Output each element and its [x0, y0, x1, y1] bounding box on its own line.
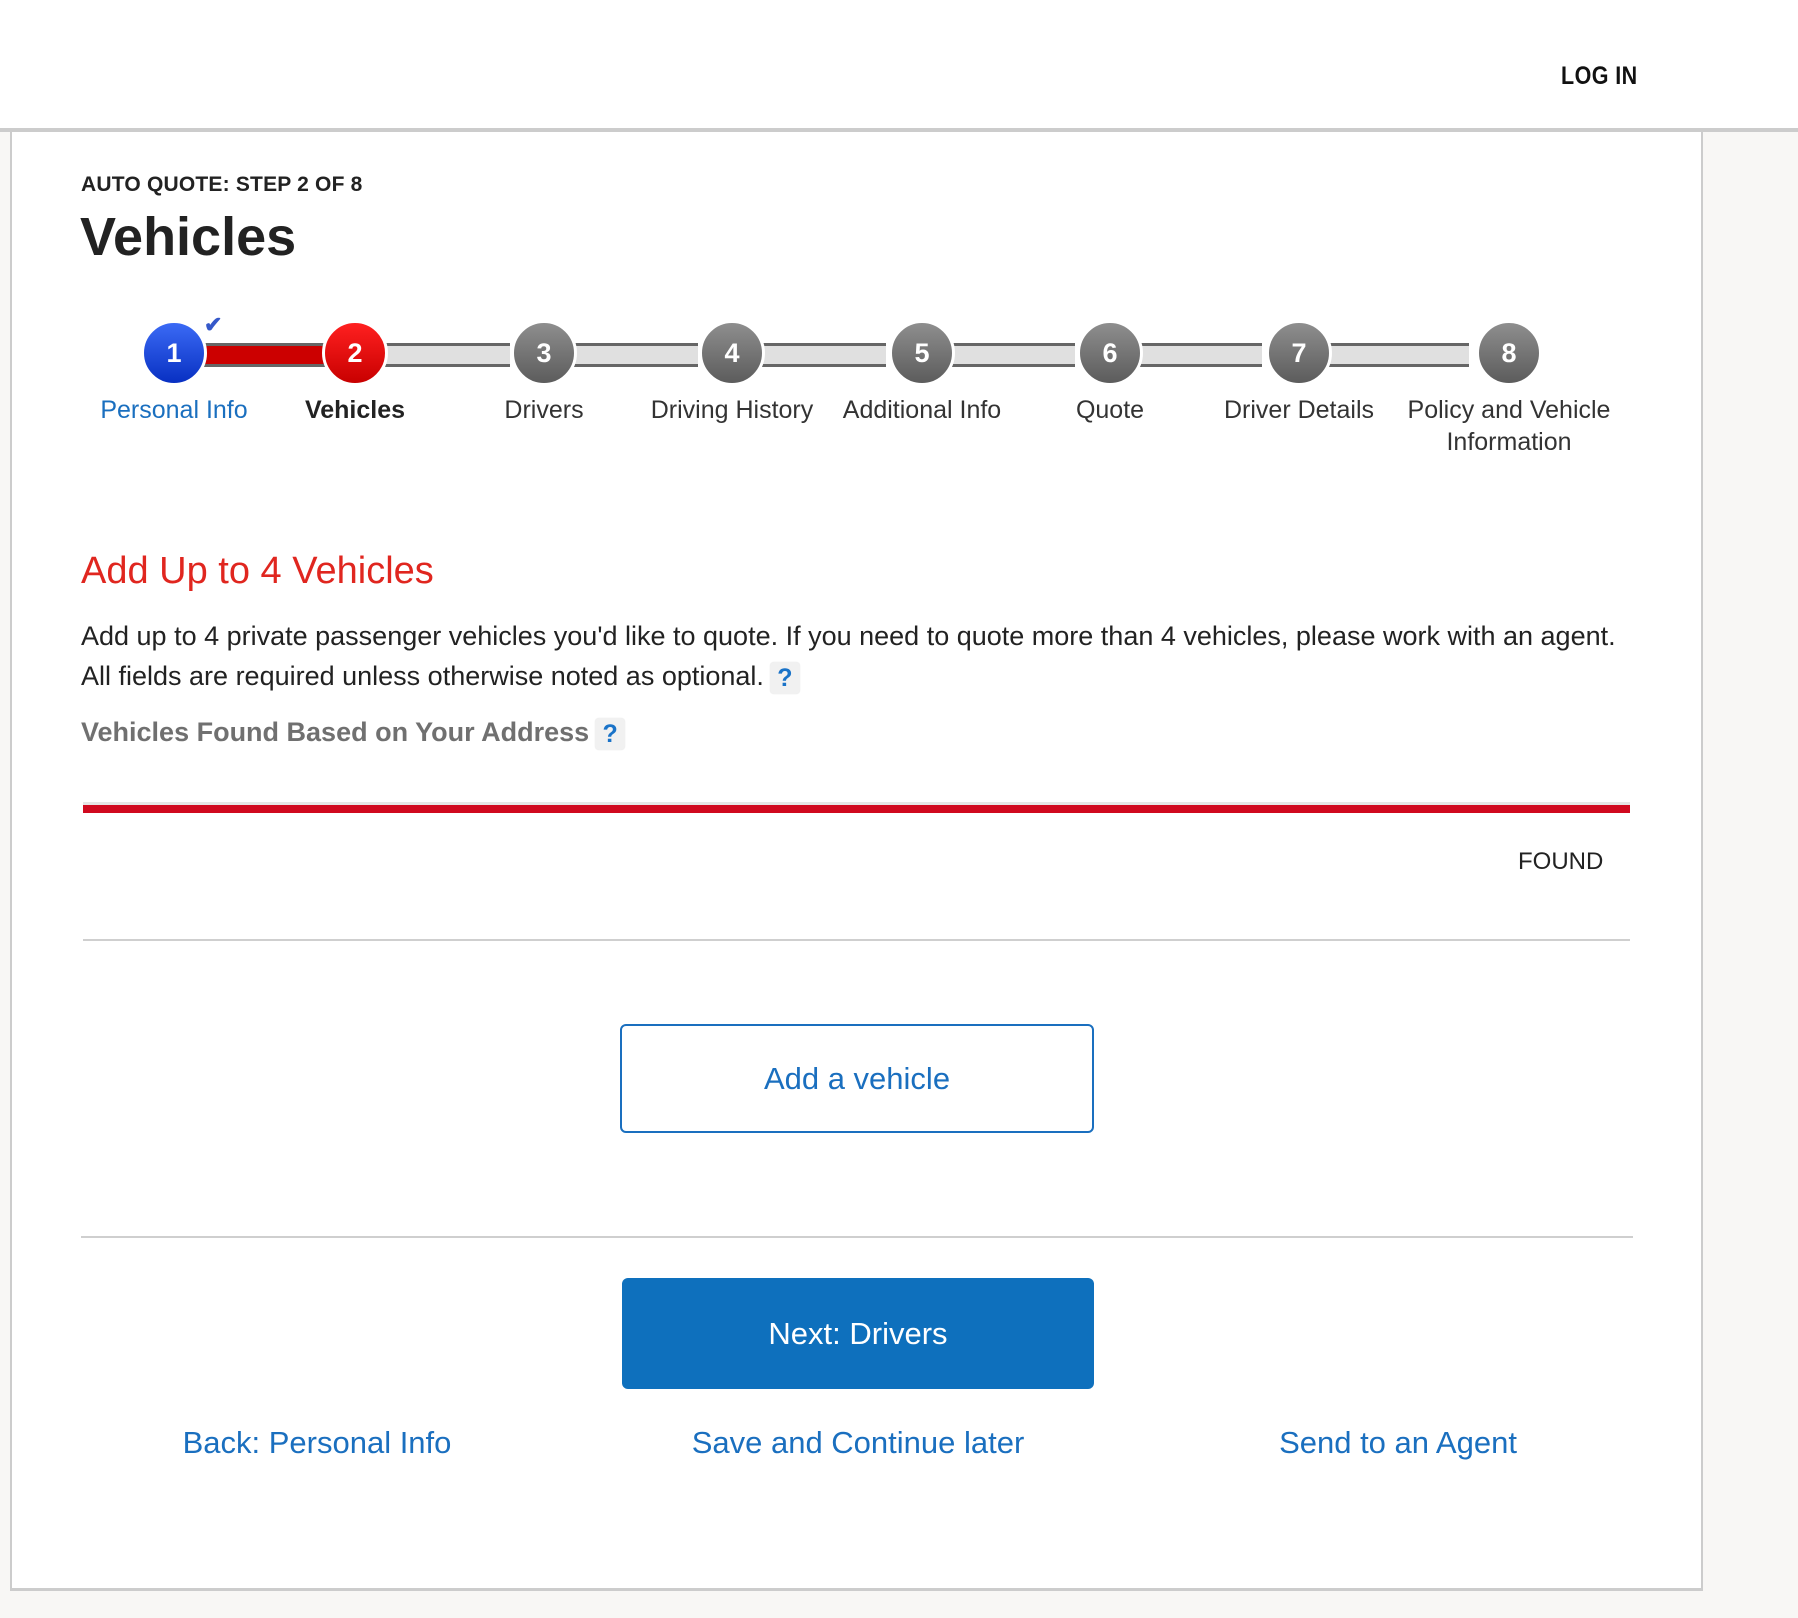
- step-4-label: Driving History: [650, 396, 814, 424]
- progress-connector: [947, 343, 1075, 367]
- divider: [81, 1236, 1633, 1238]
- found-column-header: FOUND: [1518, 848, 1604, 875]
- save-continue-later-link[interactable]: Save and Continue later: [692, 1425, 1025, 1461]
- send-to-agent-link[interactable]: Send to an Agent: [1279, 1425, 1517, 1461]
- checkmark-icon: ✔: [204, 312, 223, 337]
- progress-stepper: 1 ✔ Personal Info 2 Vehicles 3 Drivers 4…: [12, 312, 1701, 472]
- back-personal-info-link[interactable]: Back: Personal Info: [183, 1425, 452, 1461]
- help-icon[interactable]: ?: [595, 717, 626, 750]
- step-7-circle: 7: [1266, 320, 1332, 386]
- login-link[interactable]: LOG IN: [1561, 62, 1638, 91]
- site-header: LOG IN: [0, 0, 1798, 132]
- progress-connector: [1134, 343, 1262, 367]
- progress-connector: [1323, 343, 1469, 367]
- step-5-circle: 5: [889, 320, 955, 386]
- progress-connector: [758, 343, 886, 367]
- step-6-circle: 6: [1077, 320, 1143, 386]
- progress-connector: [382, 343, 510, 367]
- progress-connector: [570, 343, 698, 367]
- step-6-label: Quote: [1075, 396, 1145, 424]
- step-7-label: Driver Details: [1223, 396, 1375, 424]
- description-text: Add up to 4 private passenger vehicles y…: [81, 621, 1616, 691]
- progress-connector: [204, 343, 336, 367]
- vehicles-table-header-bar: [83, 802, 1630, 813]
- vehicles-found-text: Vehicles Found Based on Your Address: [81, 717, 590, 747]
- step-2-circle: 2: [322, 320, 388, 386]
- step-4-circle: 4: [699, 320, 765, 386]
- step-3-circle: 3: [511, 320, 577, 386]
- step-1-label[interactable]: Personal Info: [74, 394, 274, 426]
- add-vehicle-button[interactable]: Add a vehicle: [620, 1024, 1094, 1133]
- next-drivers-button[interactable]: Next: Drivers: [622, 1278, 1094, 1389]
- step-3-label: Drivers: [504, 396, 584, 424]
- step-5-label: Additional Info: [842, 396, 1002, 424]
- step-2-label: Vehicles: [304, 396, 406, 424]
- section-title: Add Up to 4 Vehicles: [81, 550, 434, 592]
- vehicles-found-label: Vehicles Found Based on Your Address?: [81, 717, 626, 750]
- section-description: Add up to 4 private passenger vehicles y…: [81, 616, 1641, 696]
- help-icon[interactable]: ?: [769, 661, 800, 694]
- step-eyebrow: AUTO QUOTE: STEP 2 OF 8: [81, 173, 363, 196]
- step-1-circle[interactable]: 1: [141, 320, 207, 386]
- page-title: Vehicles: [80, 207, 297, 267]
- divider: [83, 939, 1630, 941]
- quote-card: AUTO QUOTE: STEP 2 OF 8 Vehicles 1 ✔ Per…: [10, 132, 1703, 1591]
- step-8-circle: 8: [1476, 320, 1542, 386]
- step-8-label: Policy and Vehicle Information: [1407, 396, 1611, 456]
